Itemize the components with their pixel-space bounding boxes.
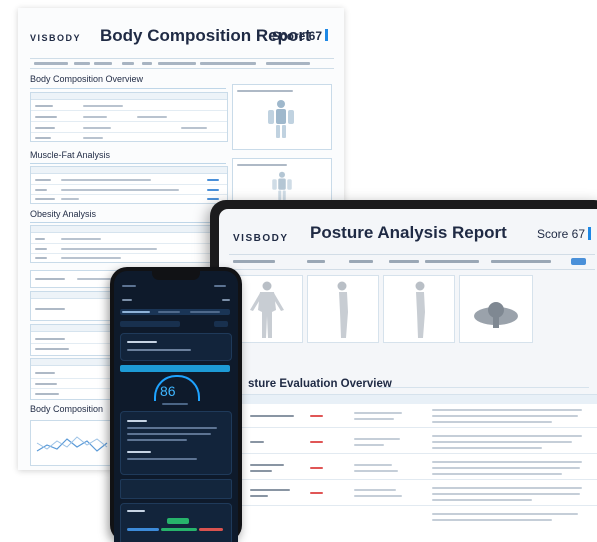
product-photo: VISBODY Body Composition Report Score 67… xyxy=(0,0,597,542)
phone-device: 86 xyxy=(110,267,242,542)
section-title-overview: Body Composition Overview xyxy=(30,74,144,84)
posture-view-side xyxy=(307,275,379,343)
segmental-panel xyxy=(232,84,332,150)
tablet-info-bar xyxy=(229,254,595,270)
tablet-screen: VISBODY Posture Analysis Report Score 67 xyxy=(219,209,597,542)
tablet-device: VISBODY Posture Analysis Report Score 67 xyxy=(210,200,597,542)
divider xyxy=(30,88,226,89)
phone-score: 86 xyxy=(160,383,176,399)
posture-evaluation-table xyxy=(235,394,597,542)
tablet-section-title: sture Evaluation Overview xyxy=(248,378,392,390)
muscle-fat-table xyxy=(30,166,228,204)
phone-screen: 86 xyxy=(114,271,238,542)
weight-card xyxy=(120,503,232,542)
paper-score: Score 67 xyxy=(272,29,328,43)
section-title-obesity: Obesity Analysis xyxy=(30,209,97,219)
posture-view-back xyxy=(383,275,455,343)
divider xyxy=(379,387,589,388)
tablet-brand-logo: VISBODY xyxy=(233,233,289,244)
summary-card xyxy=(120,411,232,475)
phone-notch xyxy=(152,271,200,280)
section-title-body-composition-history: Body Composition xyxy=(30,404,104,414)
paper-info-bar xyxy=(30,58,334,69)
body-figure-icon xyxy=(272,171,292,201)
tablet-score: Score 67 xyxy=(537,227,591,241)
tablet-title: Posture Analysis Report xyxy=(310,223,507,242)
segmental-fat-panel xyxy=(232,158,332,204)
posture-view-top xyxy=(459,275,533,343)
profile-card xyxy=(120,333,232,361)
body-figure-icon xyxy=(268,100,294,138)
divider xyxy=(30,163,226,164)
paper-header: VISBODY Body Composition Report Score 67 xyxy=(30,26,334,50)
section-title-muscle-fat: Muscle-Fat Analysis xyxy=(30,150,111,160)
paper-brand-logo: VISBODY xyxy=(30,33,82,43)
obesity-table xyxy=(30,225,232,263)
overview-table xyxy=(30,92,228,142)
status-banner xyxy=(120,365,230,372)
